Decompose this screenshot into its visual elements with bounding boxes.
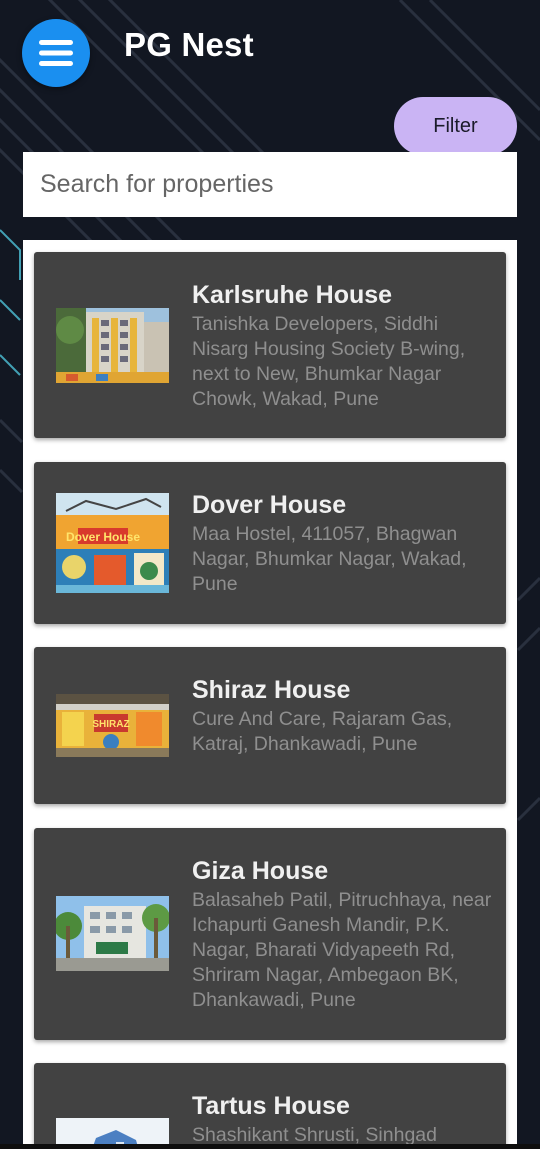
property-card[interactable]: Karlsruhe House Tanishka Developers, Sid… (34, 252, 506, 438)
property-name: Karlsruhe House (192, 281, 393, 309)
property-image: SHIRAZ (56, 694, 169, 757)
hamburger-menu-icon (39, 40, 73, 66)
filter-button[interactable]: Filter (394, 97, 517, 155)
property-address: Cure And Care, Rajaram Gas, Katraj, Dhan… (192, 708, 453, 755)
property-name: Tartus House (192, 1092, 350, 1120)
property-name: Shiraz House (192, 676, 351, 704)
property-card[interactable]: Tartus House Shashikant Shrusti, Sinhgad (34, 1063, 506, 1149)
search-bar[interactable] (23, 152, 517, 217)
menu-button[interactable] (22, 19, 90, 87)
property-card[interactable]: SHIRAZ Shiraz House Cure And Care, Rajar… (34, 647, 506, 804)
bottom-edge (0, 1144, 540, 1149)
property-address: Tanishka Developers, Siddhi Nisarg Housi… (192, 313, 466, 410)
search-input[interactable] (40, 170, 517, 199)
property-image (56, 308, 169, 383)
property-list[interactable]: Karlsruhe House Tanishka Developers, Sid… (23, 240, 517, 1149)
image-sign-text: Dover House (66, 530, 140, 544)
app-title: PG Nest (124, 26, 254, 63)
property-card[interactable]: Giza House Balasaheb Patil, Pitruchhaya,… (34, 828, 506, 1040)
property-address: Maa Hostel, 411057, Bhagwan Nagar, Bhumk… (192, 523, 467, 595)
property-image (56, 896, 169, 971)
property-address: Balasaheb Patil, Pitruchhaya, near Ichap… (192, 889, 492, 1011)
property-card[interactable]: Dover House Dover House Maa Hostel, 4110… (34, 462, 506, 624)
property-name: Dover House (192, 491, 347, 519)
property-image: Dover House (56, 493, 169, 593)
property-name: Giza House (192, 857, 329, 885)
image-sign-text: SHIRAZ (92, 719, 129, 730)
